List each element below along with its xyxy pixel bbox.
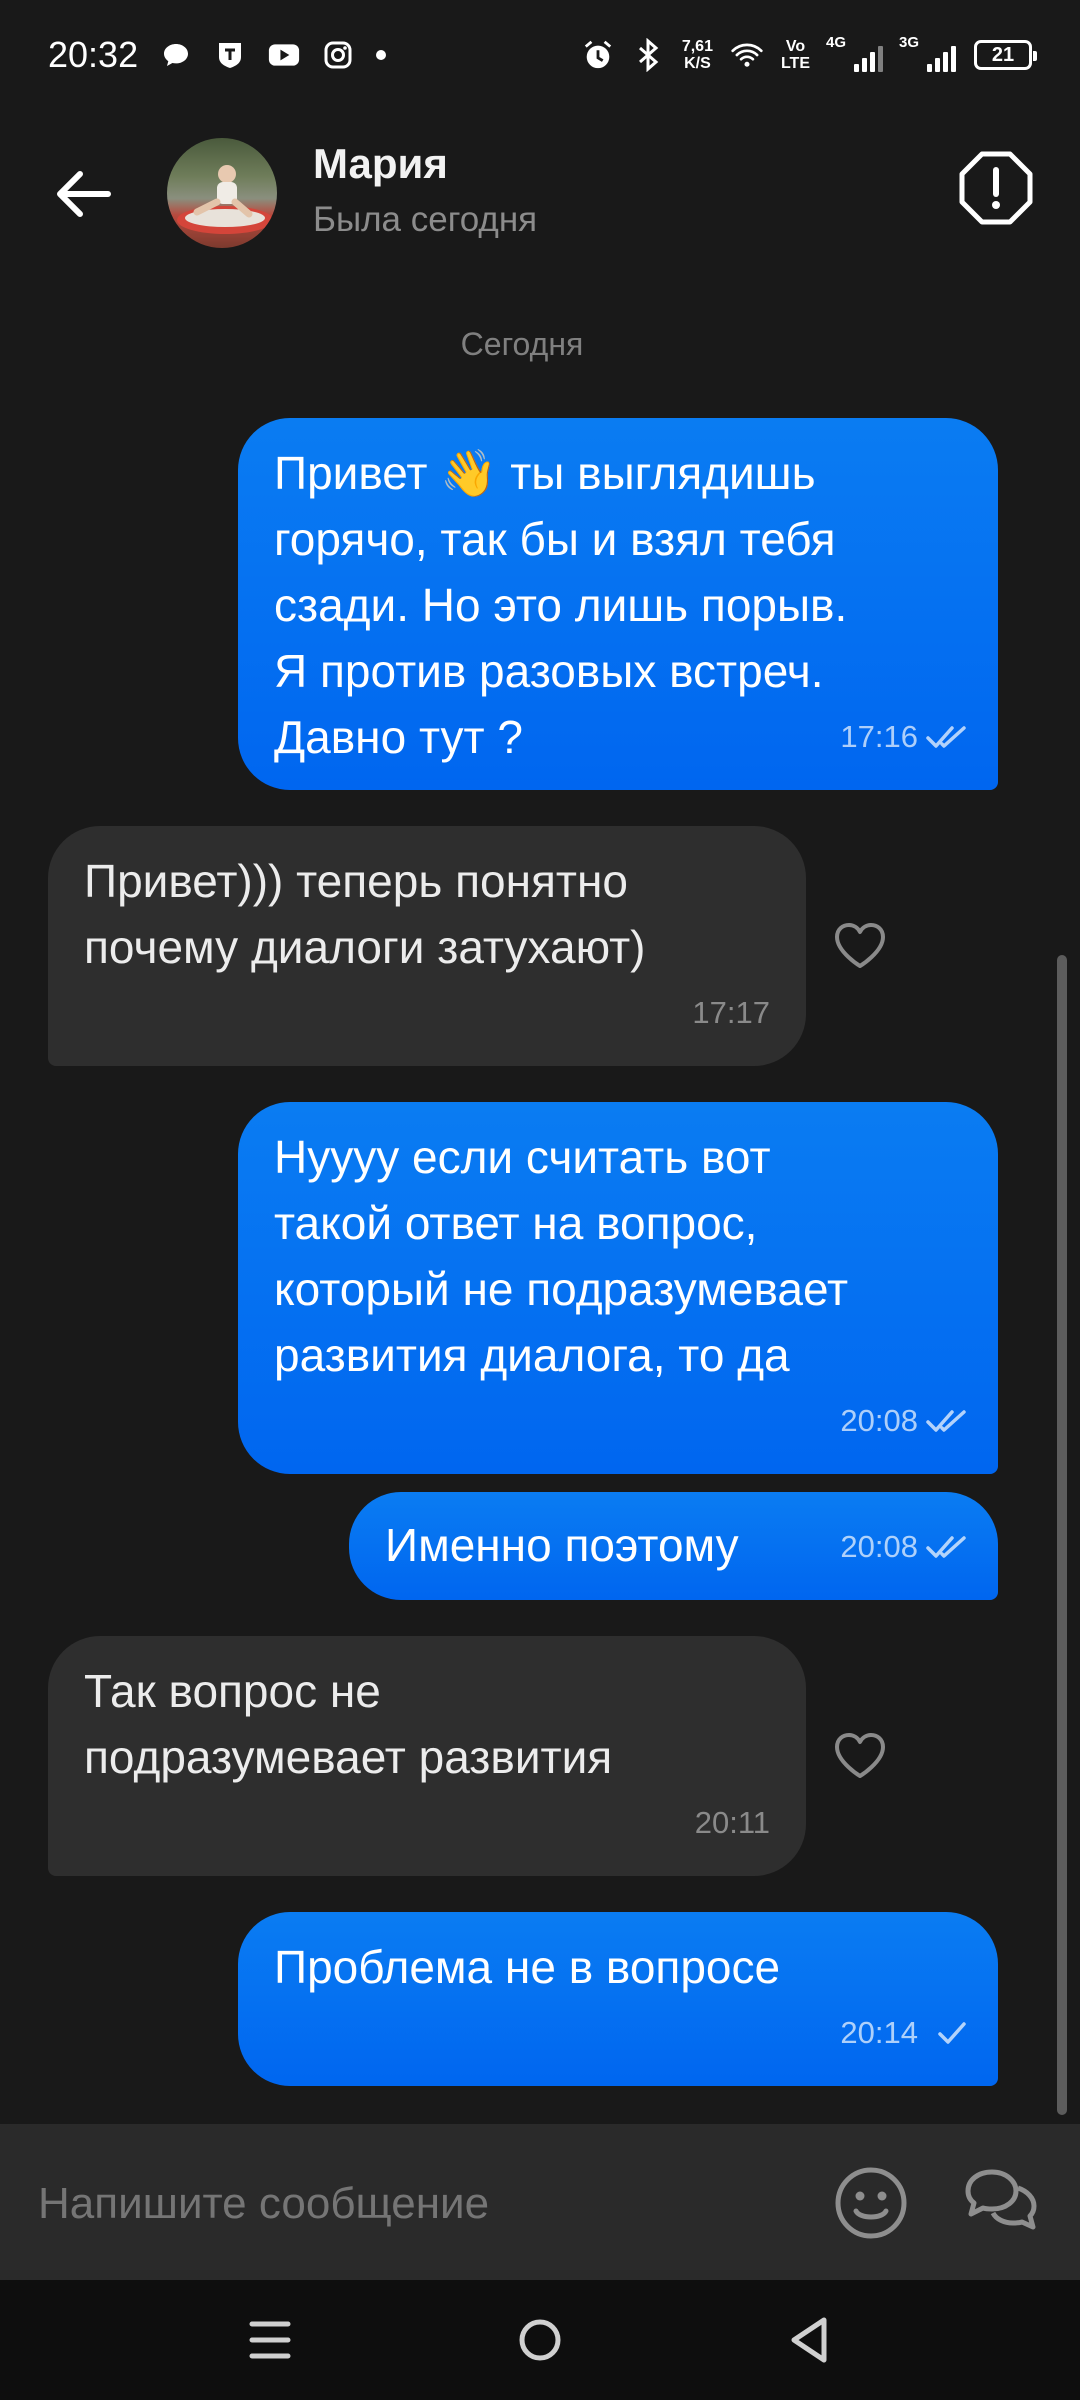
message-meta: 20:08: [840, 1388, 972, 1454]
recent-apps-button[interactable]: [240, 2310, 300, 2370]
message-text: Привет))) теперь понятно почему диалоги …: [84, 855, 646, 973]
emoji-button[interactable]: [834, 2166, 908, 2240]
message-time: 20:08: [840, 1529, 918, 1564]
status-bar-left: 20:32: [48, 34, 387, 76]
message-time: 17:17: [692, 995, 770, 1030]
volte-top: Vo: [785, 38, 806, 55]
system-navigation-bar: [0, 2280, 1080, 2400]
single-check-icon: [938, 2022, 966, 2044]
wifi-icon: [731, 39, 763, 71]
message-outgoing[interactable]: Привет 👋 ты выглядишь горячо, так бы и в…: [238, 418, 998, 790]
message-time: 20:08: [840, 1403, 918, 1438]
home-button[interactable]: [510, 2310, 570, 2370]
message-text: Проблема не в вопросе: [274, 1941, 781, 1993]
message-meta: 17:16: [840, 704, 972, 770]
message-incoming[interactable]: Так вопрос не подразумевает развития 20:…: [48, 1636, 806, 1876]
back-button[interactable]: [48, 164, 120, 224]
message-time: 17:16: [840, 719, 918, 754]
avatar-photo: [177, 165, 273, 234]
status-time: 20:32: [48, 34, 139, 75]
more-notifications-dot: [376, 50, 387, 60]
chat-screen: 20:32 7,61 K/S Vo LTE 4G 3G 21 Мария Был…: [0, 0, 1080, 2400]
sim2-label: 3G: [899, 34, 920, 51]
youtube-icon: [268, 39, 300, 71]
message-input[interactable]: [36, 2168, 800, 2240]
message-meta: 20:08: [840, 1514, 972, 1580]
chat-bubble-icon: [160, 39, 192, 71]
like-button[interactable]: [831, 920, 889, 972]
triangle-back-icon: [791, 2317, 827, 2363]
volte-indicator: Vo LTE: [781, 38, 810, 72]
arrow-left-icon: [57, 171, 111, 217]
quick-replies-button[interactable]: [962, 2166, 1040, 2238]
like-button[interactable]: [831, 1730, 889, 1782]
menu-icon: [249, 2321, 291, 2359]
bluetooth-icon: [632, 38, 664, 72]
date-divider: Сегодня: [460, 326, 584, 362]
battery-indicator: 21: [974, 40, 1037, 70]
alert-octagon-icon: [959, 151, 1033, 225]
heart-icon: [835, 923, 885, 968]
network-speed: 7,61 K/S: [682, 38, 713, 72]
scrollbar[interactable]: [1057, 955, 1067, 2115]
contact-last-seen: Была сегодня: [313, 200, 538, 239]
heart-icon: [835, 1733, 885, 1778]
network-speed-unit: K/S: [684, 55, 711, 72]
instagram-icon: [322, 39, 354, 71]
message-time: 20:14: [840, 2015, 918, 2050]
double-check-icon: [926, 1410, 966, 1432]
message-text: Нуууу если считать вот такой ответ на во…: [274, 1131, 849, 1381]
message-outgoing[interactable]: Именно поэтому 20:08: [349, 1492, 998, 1600]
sim1-label: 4G: [826, 34, 847, 51]
network-speed-value: 7,61: [681, 38, 713, 55]
message-composer: [0, 2124, 1080, 2280]
status-bar: 20:32 7,61 K/S Vo LTE 4G 3G 21: [0, 0, 1080, 110]
avatar[interactable]: [167, 138, 277, 248]
message-outgoing[interactable]: Проблема не в вопросе 20:14: [238, 1912, 998, 2086]
shield-app-icon: [214, 39, 246, 71]
sim2-signal: 3G: [899, 34, 956, 72]
contact-name[interactable]: Мария: [313, 140, 448, 188]
circle-home-icon: [519, 2319, 561, 2361]
report-button[interactable]: [958, 150, 1034, 226]
message-time: 20:11: [694, 1805, 770, 1840]
double-check-icon: [926, 726, 966, 748]
double-check-icon: [926, 1536, 966, 1558]
status-bar-right: 7,61 K/S Vo LTE 4G 3G 21: [582, 34, 1037, 72]
message-meta: 20:11: [695, 1790, 770, 1856]
chat-header: Мария Была сегодня: [0, 120, 1080, 266]
sim1-signal: 4G: [826, 34, 883, 72]
message-meta: 17:17: [692, 980, 770, 1046]
message-meta: 20:14: [840, 2000, 972, 2066]
smiley-icon: [835, 2167, 907, 2239]
chat-bubbles-icon: [965, 2169, 1037, 2230]
alarm-icon: [582, 39, 614, 71]
system-back-button[interactable]: [780, 2310, 840, 2370]
message-text: Так вопрос не подразумевает развития: [84, 1665, 613, 1783]
message-incoming[interactable]: Привет))) теперь понятно почему диалоги …: [48, 826, 806, 1066]
message-outgoing[interactable]: Нуууу если считать вот такой ответ на во…: [238, 1102, 998, 1474]
volte-bottom: LTE: [780, 55, 810, 72]
